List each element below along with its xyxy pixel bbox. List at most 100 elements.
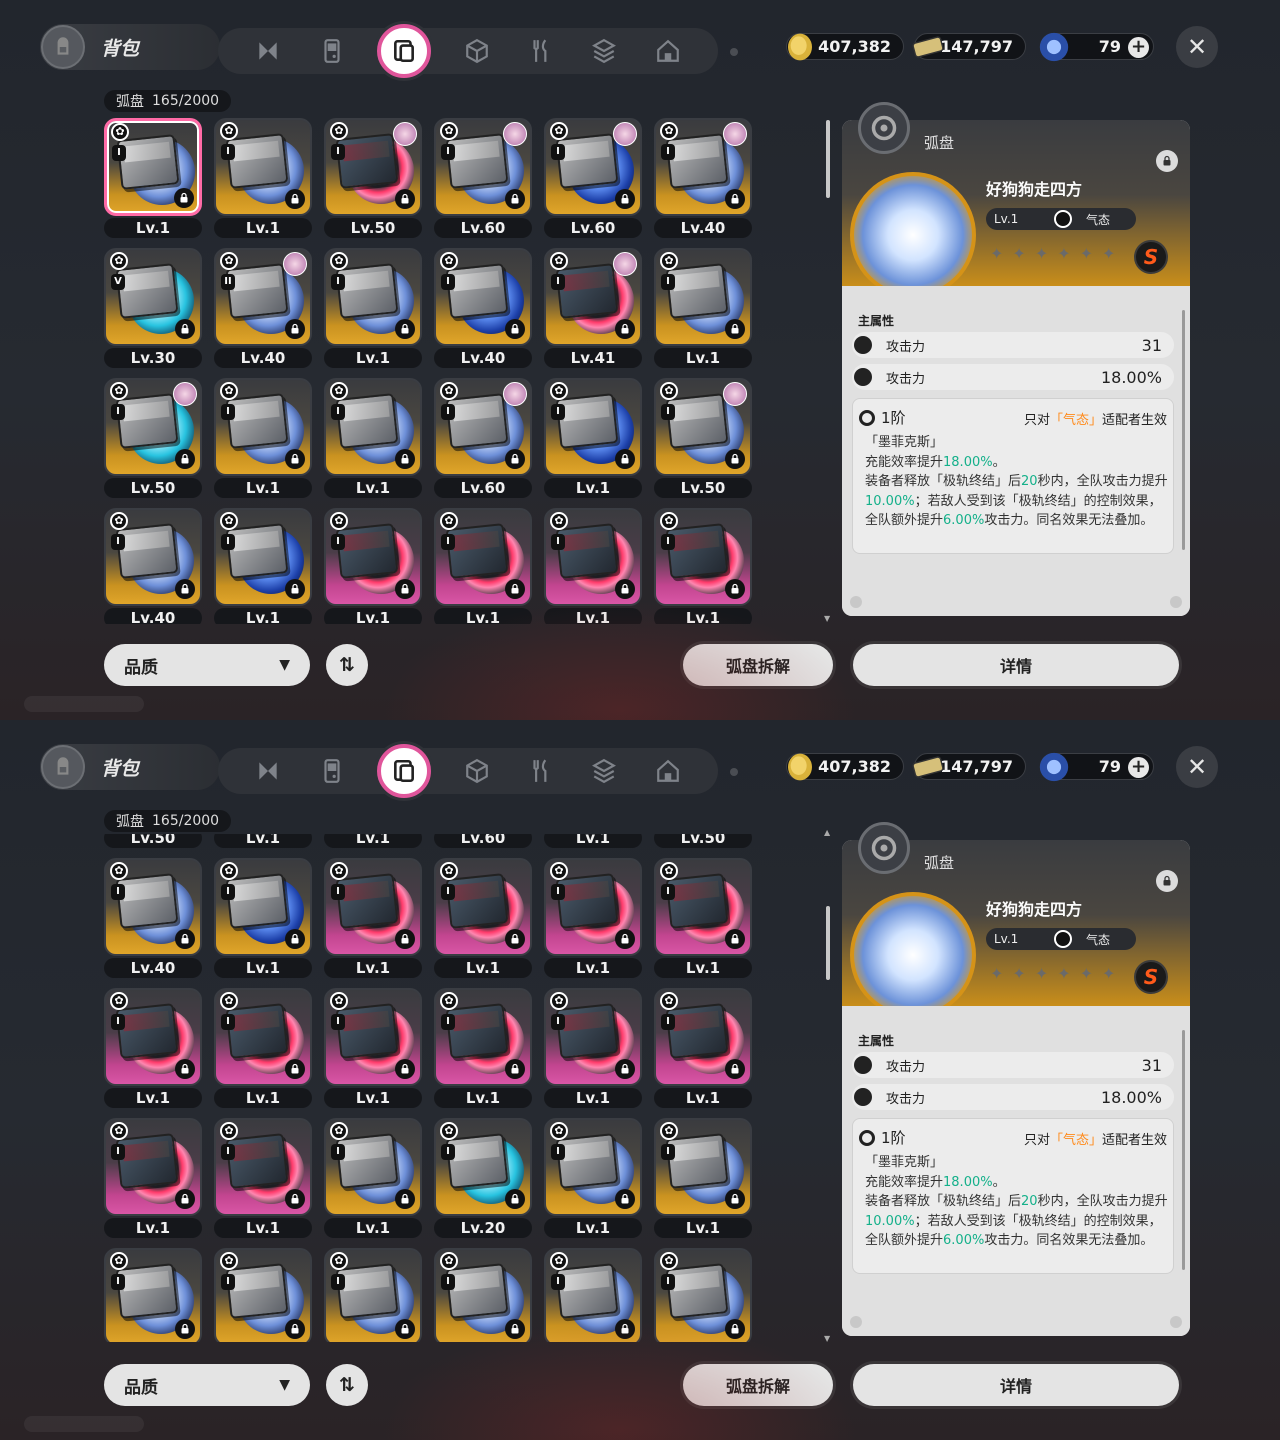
disc-slot[interactable]: ✿ I	[320, 1242, 430, 1342]
lock-icon[interactable]	[725, 929, 745, 949]
package-icon[interactable]	[586, 753, 622, 789]
lock-icon[interactable]	[615, 929, 635, 949]
lock-icon[interactable]	[175, 929, 195, 949]
disc-slot[interactable]: ✿ I Lv.1	[650, 852, 760, 982]
close-button[interactable]: ✕	[1176, 26, 1218, 68]
disc-slot[interactable]: ✿ I Lv.1	[540, 1112, 650, 1242]
lock-icon[interactable]	[395, 319, 415, 339]
lock-icon[interactable]	[505, 1319, 525, 1339]
disc-slot[interactable]: ✿ I	[100, 1242, 210, 1342]
lock-icon[interactable]	[615, 1059, 635, 1079]
disc-slot[interactable]: ✿ I Lv.60	[430, 372, 540, 502]
disc-slot[interactable]: ✿ I Lv.40	[650, 112, 760, 242]
disc-slot[interactable]: ✿ I Lv.1	[320, 982, 430, 1112]
cube-icon[interactable]	[459, 33, 495, 69]
disc-card[interactable]: ✿ I	[214, 988, 312, 1086]
lock-icon[interactable]	[395, 189, 415, 209]
disc-card[interactable]: ✿ I	[214, 858, 312, 956]
disc-card[interactable]: ✿ I	[654, 1118, 752, 1216]
lock-icon[interactable]	[395, 1189, 415, 1209]
lock-icon[interactable]	[175, 449, 195, 469]
lock-icon[interactable]	[285, 1319, 305, 1339]
disc-slot[interactable]: ✿ I Lv.1	[650, 982, 760, 1112]
cube-icon[interactable]	[459, 753, 495, 789]
lock-icon[interactable]	[505, 1059, 525, 1079]
lock-icon[interactable]	[725, 319, 745, 339]
lock-icon[interactable]	[505, 449, 525, 469]
disc-slot[interactable]: ✿ I Lv.20	[430, 1112, 540, 1242]
lock-icon[interactable]	[505, 319, 525, 339]
disc-slot[interactable]: ✿Lv.50	[100, 834, 210, 852]
grid-scroll-thumb[interactable]	[826, 906, 830, 980]
sort-order-button[interactable]: ⇅	[326, 644, 368, 686]
disc-card[interactable]: ✿ I	[324, 378, 422, 476]
sort-order-button[interactable]: ⇅	[326, 1364, 368, 1406]
disc-slot[interactable]: ✿ I Lv.1	[650, 242, 760, 372]
disc-card[interactable]: ✿ I	[654, 858, 752, 956]
disc-card[interactable]: ✿ I	[434, 988, 532, 1086]
lock-icon[interactable]	[725, 189, 745, 209]
disc-card[interactable]: ✿ I	[214, 378, 312, 476]
disc-card[interactable]: ✿ I	[214, 1248, 312, 1342]
lock-icon[interactable]	[285, 189, 305, 209]
disc-slot[interactable]: ✿ I Lv.1	[100, 1112, 210, 1242]
disc-slot[interactable]: ✿ I	[210, 1242, 320, 1342]
disc-card[interactable]: ✿ I	[214, 508, 312, 606]
disc-slot[interactable]: ✿ I Lv.1	[320, 372, 430, 502]
details-button[interactable]: 详情	[853, 644, 1179, 686]
grid-scrollbar[interactable]: ▼	[824, 114, 830, 623]
disc-slot[interactable]: ✿ I Lv.1	[210, 112, 320, 242]
disc-card[interactable]: ✿ I	[434, 248, 532, 346]
lock-icon[interactable]	[285, 319, 305, 339]
disc-card[interactable]: ✿ I	[104, 508, 202, 606]
disc-slot[interactable]: ✿ I Lv.1	[320, 1112, 430, 1242]
disc-slot[interactable]: ✿Lv.1	[540, 834, 650, 852]
lock-icon[interactable]	[285, 1059, 305, 1079]
lock-icon[interactable]	[395, 579, 415, 599]
disc-slot[interactable]: ✿ I Lv.60	[540, 112, 650, 242]
disc-card[interactable]: ✿ I	[544, 858, 642, 956]
disc-card[interactable]: ✿ I	[104, 988, 202, 1086]
disc-slot[interactable]: ✿ I Lv.1	[540, 852, 650, 982]
disc-slot[interactable]: ✿ II Lv.40	[210, 242, 320, 372]
package-icon[interactable]	[586, 33, 622, 69]
lock-icon[interactable]	[725, 449, 745, 469]
disc-slot[interactable]: ✿ I Lv.1	[100, 112, 210, 242]
lock-icon[interactable]	[175, 319, 195, 339]
detail-scrollbar[interactable]	[1182, 1030, 1185, 1270]
disc-slot[interactable]: ✿ I Lv.1	[540, 982, 650, 1112]
disc-card[interactable]: ✿ I	[104, 858, 202, 956]
disc-slot[interactable]: ✿ I Lv.40	[430, 242, 540, 372]
handheld-console-icon[interactable]	[314, 33, 350, 69]
disc-slot[interactable]: ✿ I	[430, 1242, 540, 1342]
disc-card[interactable]: ✿ I	[434, 1118, 532, 1216]
disc-slot[interactable]: ✿ I Lv.40	[100, 852, 210, 982]
details-button[interactable]: 详情	[853, 1364, 1179, 1406]
disc-slot[interactable]: ✿ I Lv.1	[320, 502, 430, 624]
disc-card[interactable]: ✿ I	[104, 118, 202, 216]
disc-slot[interactable]: ✿ I Lv.40	[100, 502, 210, 624]
disc-card[interactable]: ✿ I	[214, 118, 312, 216]
lock-icon[interactable]	[174, 188, 194, 208]
disc-slot[interactable]: ✿ I	[540, 1242, 650, 1342]
disc-slot[interactable]: ✿ V Lv.30	[100, 242, 210, 372]
disc-card[interactable]: ✿ I	[544, 988, 642, 1086]
fork-knife-icon[interactable]	[523, 33, 559, 69]
grid-scroll-thumb[interactable]	[826, 120, 830, 198]
disc-case-icon[interactable]	[377, 744, 432, 798]
lock-icon[interactable]	[505, 929, 525, 949]
lock-icon[interactable]	[725, 579, 745, 599]
disc-slot[interactable]: ✿ I Lv.1	[210, 502, 320, 624]
lock-icon[interactable]	[725, 1059, 745, 1079]
disc-card[interactable]: ✿ I	[544, 378, 642, 476]
add-crystal-button[interactable]: +	[1128, 37, 1149, 58]
n-logo-icon[interactable]	[250, 753, 286, 789]
disc-card[interactable]: ✿ I	[324, 118, 422, 216]
disc-card[interactable]: ✿ I	[654, 508, 752, 606]
add-crystal-button[interactable]: +	[1128, 757, 1149, 778]
disc-card[interactable]: ✿ I	[654, 988, 752, 1086]
disc-grid-viewport[interactable]: ✿ I Lv.1 ✿ I Lv.1 ✿ I Lv.50 ✿ I Lv.60 ✿ I Lv.60 ✿ I Lv.40…	[100, 112, 760, 624]
disc-card[interactable]: ✿ I	[434, 378, 532, 476]
lock-icon[interactable]	[175, 579, 195, 599]
dismantle-button[interactable]: 弧盘拆解	[683, 644, 833, 686]
